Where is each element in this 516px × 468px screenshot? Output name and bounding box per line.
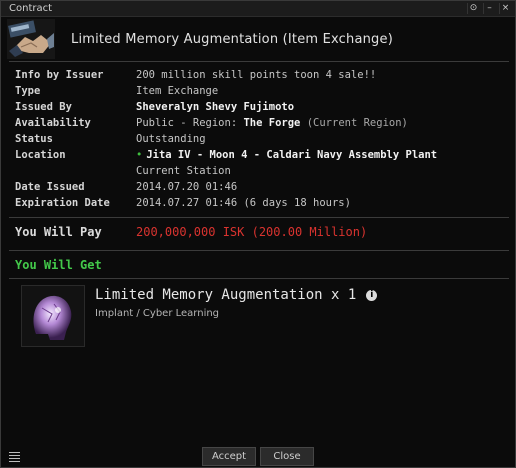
field-label: Location xyxy=(15,149,66,161)
region-link[interactable]: The Forge xyxy=(243,117,300,129)
field-info-by-issuer: Info by Issuer 200 million skill points … xyxy=(15,67,515,83)
field-expiration-date: Expiration Date 2014.07.27 01:46 (6 days… xyxy=(15,195,515,211)
availability-suffix: (Current Region) xyxy=(306,117,408,129)
field-value: Outstanding xyxy=(136,133,206,145)
field-value: 2014.07.27 01:46 (6 days 18 hours) xyxy=(136,197,351,209)
contract-title: Limited Memory Augmentation (Item Exchan… xyxy=(71,31,393,47)
window-titlebar[interactable]: Contract ⊙ – × xyxy=(1,1,515,17)
field-label: Status xyxy=(15,133,53,145)
availability-prefix: Public - Region: xyxy=(136,117,238,129)
info-icon[interactable]: i xyxy=(366,289,378,301)
you-will-pay: You Will Pay 200,000,000 ISK (200.00 Mil… xyxy=(1,218,515,246)
settings-icon[interactable]: ⊙ xyxy=(467,3,479,14)
location-link[interactable]: Jita IV - Moon 4 - Caldari Navy Assembly… xyxy=(146,149,437,161)
field-value: Item Exchange xyxy=(136,85,219,97)
window-controls: ⊙ – × xyxy=(467,3,511,14)
pay-amount: 200,000,000 ISK (200.00 Million) xyxy=(136,225,368,239)
handshake-icon xyxy=(7,19,55,59)
item-row[interactable]: Limited Memory Augmentation x 1 i Implan… xyxy=(1,279,515,347)
field-status: Status Outstanding xyxy=(15,131,515,147)
field-label: Info by Issuer xyxy=(15,69,104,81)
close-icon[interactable]: × xyxy=(499,3,511,14)
field-issued-by: Issued By Sheveralyn Shevy Fujimoto xyxy=(15,99,515,115)
accept-button[interactable]: Accept xyxy=(202,446,256,466)
close-button[interactable]: Close xyxy=(260,446,314,466)
implant-icon[interactable] xyxy=(21,285,85,347)
field-label: Date Issued xyxy=(15,181,85,193)
pay-label: You Will Pay xyxy=(15,225,102,239)
field-value: 2014.07.20 01:46 xyxy=(136,181,238,193)
window-title: Contract xyxy=(9,3,53,14)
item-name-text: Limited Memory Augmentation x 1 xyxy=(95,287,357,303)
get-label: You Will Get xyxy=(15,258,102,272)
window-footer: Accept Close xyxy=(1,445,515,467)
field-label: Type xyxy=(15,85,41,97)
item-details: Limited Memory Augmentation x 1 i Implan… xyxy=(95,285,378,347)
field-location: Location • Jita IV - Moon 4 - Caldari Nav… xyxy=(15,147,515,163)
minimize-icon[interactable]: – xyxy=(483,3,495,14)
field-label: Availability xyxy=(15,117,91,129)
contract-header: Limited Memory Augmentation (Item Exchan… xyxy=(1,17,515,61)
location-dot-icon: • xyxy=(136,149,143,161)
field-label: Issued By xyxy=(15,101,72,113)
field-label: Expiration Date xyxy=(15,197,110,209)
field-date-issued: Date Issued 2014.07.20 01:46 xyxy=(15,179,515,195)
menu-icon[interactable] xyxy=(9,450,20,464)
contract-window: Contract ⊙ – × Limited Memory Augmentati… xyxy=(0,0,516,468)
location-subtext: Current Station xyxy=(136,165,231,177)
field-location-sub: Current Station xyxy=(15,163,515,179)
field-type: Type Item Exchange xyxy=(15,83,515,99)
contract-info: Info by Issuer 200 million skill points … xyxy=(1,62,515,211)
issuer-link[interactable]: Sheveralyn Shevy Fujimoto xyxy=(136,101,294,113)
field-value: 200 million skill points toon 4 sale!! xyxy=(136,69,377,81)
item-category: Implant / Cyber Learning xyxy=(95,308,220,319)
item-name: Limited Memory Augmentation x 1 i xyxy=(95,287,378,303)
field-availability: Availability Public - Region: The Forge … xyxy=(15,115,515,131)
